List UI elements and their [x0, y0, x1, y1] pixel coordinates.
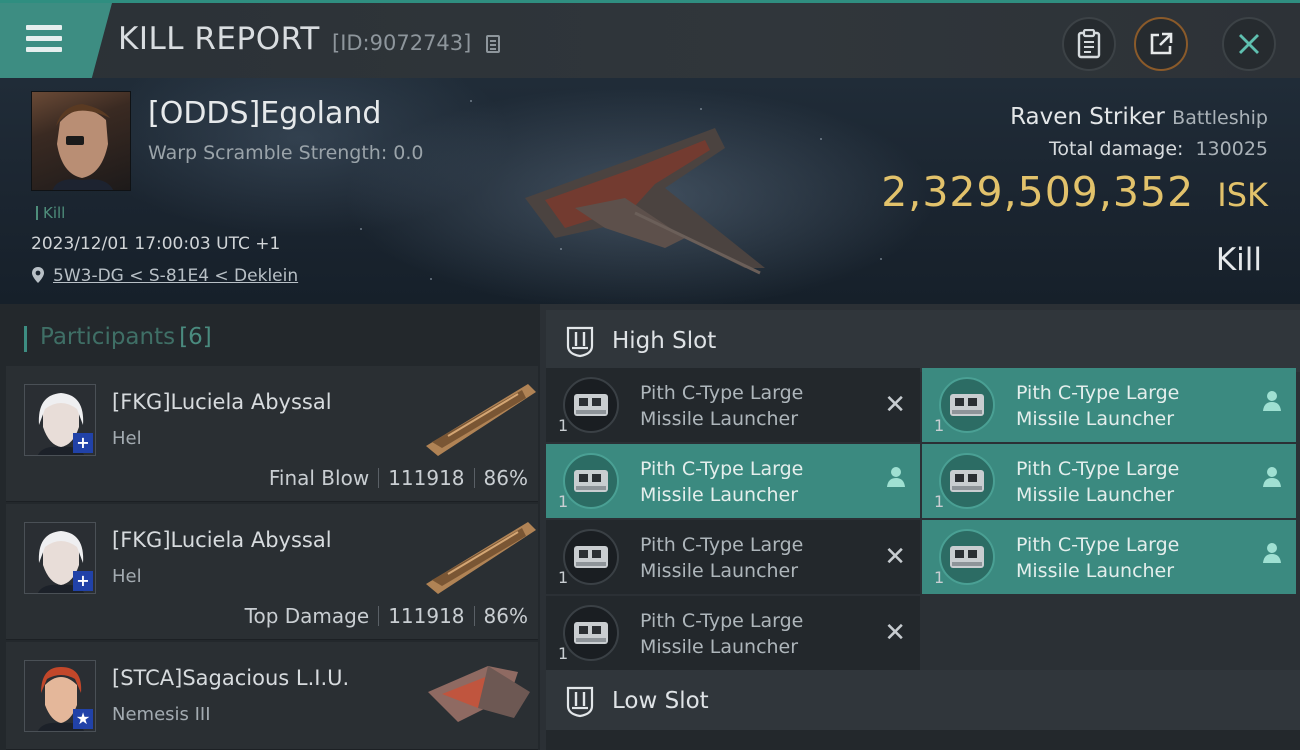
victim-ship-image: [525, 128, 765, 275]
participants-count: [6]: [179, 324, 212, 350]
victim-name[interactable]: [ODDS]Egoland: [148, 96, 381, 131]
participant-ship: Hel: [112, 566, 142, 587]
participant-name[interactable]: [STCA]Sagacious L.I.U.: [112, 666, 349, 690]
dropped-user-icon: [1263, 543, 1281, 563]
copy-id-icon[interactable]: [486, 35, 500, 53]
participant-row[interactable]: + [FKG]Luciela Abyssal Hel Top Damage 111…: [6, 504, 538, 640]
page-title: KILL REPORT: [118, 21, 320, 57]
ship-class: Battleship: [1172, 107, 1268, 129]
location-link[interactable]: 5W3-DG < S-81E4 < Deklein: [53, 266, 298, 286]
destroyed-icon: ✕: [884, 542, 906, 572]
kill-date: 2023/12/01 17:00:03 UTC +1: [31, 234, 281, 254]
module-name: Pith C-Type Large Missile Launcher: [640, 610, 804, 658]
isk-value: 2,329,509,352 ISK: [881, 168, 1268, 216]
participants-label: Participants: [40, 324, 176, 350]
participant-avatar[interactable]: ★: [24, 660, 96, 732]
module-quantity: 1: [558, 492, 569, 511]
module-name: Pith C-Type Large Missile Launcher: [640, 382, 804, 430]
module-quantity: 1: [558, 644, 569, 663]
participant-ship-image: [426, 522, 536, 594]
corp-badge: ★: [73, 709, 93, 729]
dropped-user-icon: [887, 467, 905, 487]
participant-avatar[interactable]: +: [24, 384, 96, 456]
participant-stats: Final Blow 111918 86%: [269, 466, 528, 490]
clipboard-icon: [1077, 29, 1101, 59]
participant-role: Final Blow: [268, 466, 370, 490]
module-quantity: 1: [934, 568, 945, 587]
low-slot-header: Low Slot: [546, 670, 1300, 732]
fitting-panel: High Slot 1 Pith C-Type Large Missile La…: [540, 304, 1300, 750]
location-pin-icon: [32, 267, 44, 283]
total-damage: Total damage: 130025: [1049, 138, 1268, 160]
participant-ship: Hel: [112, 428, 142, 449]
low-slot-icon: [566, 686, 594, 718]
participant-damage: 111918: [388, 466, 465, 490]
participant-role: Top Damage: [244, 604, 370, 628]
participant-name[interactable]: [FKG]Luciela Abyssal: [112, 528, 332, 552]
victim-banner: [ODDS]Egoland Warp Scramble Strength: 0.…: [0, 78, 1300, 304]
dropped-user-icon: [1263, 467, 1281, 487]
warp-scramble-strength: Warp Scramble Strength: 0.0: [148, 142, 424, 164]
result-label: Kill: [1215, 242, 1262, 278]
high-slot-label: High Slot: [612, 328, 717, 354]
participant-percent: 86%: [483, 604, 528, 628]
module-item[interactable]: 1 Pith C-Type Large Missile Launcher: [922, 520, 1296, 594]
destroyed-icon: ✕: [884, 618, 906, 648]
low-slot-module-row[interactable]: [546, 730, 1300, 750]
module-quantity: 1: [934, 492, 945, 511]
total-damage-label: Total damage:: [1049, 138, 1184, 160]
destroyed-icon: ✕: [884, 390, 906, 420]
close-icon: [1239, 34, 1259, 54]
participant-row[interactable]: ★ [STCA]Sagacious L.I.U. Nemesis III: [6, 642, 538, 750]
ship-name[interactable]: Raven Striker: [1010, 104, 1165, 130]
clipboard-button[interactable]: [1062, 17, 1116, 71]
participant-name[interactable]: [FKG]Luciela Abyssal: [112, 390, 332, 414]
module-name: Pith C-Type Large Missile Launcher: [1016, 458, 1180, 506]
isk-amount: 2,329,509,352: [881, 168, 1195, 216]
high-slot-icon: [566, 326, 594, 358]
module-name: Pith C-Type Large Missile Launcher: [640, 458, 804, 506]
high-slot-header: High Slot: [546, 310, 1300, 372]
corp-badge: +: [73, 571, 93, 591]
isk-unit: ISK: [1217, 176, 1268, 214]
victim-avatar[interactable]: [31, 91, 131, 191]
pilot-portrait-icon: [52, 104, 114, 190]
share-icon: [1150, 32, 1173, 55]
module-item[interactable]: 1 Pith C-Type Large Missile Launcher ✕: [546, 368, 920, 442]
participant-ship-image: [426, 384, 536, 456]
share-button[interactable]: [1134, 17, 1188, 71]
module-item[interactable]: 1 Pith C-Type Large Missile Launcher: [546, 444, 920, 518]
module-quantity: 1: [558, 568, 569, 587]
menu-button[interactable]: [0, 3, 112, 78]
module-item[interactable]: 1 Pith C-Type Large Missile Launcher: [922, 444, 1296, 518]
report-id: [ID:9072743]: [332, 31, 472, 55]
participant-ship-image: [428, 666, 530, 722]
participant-stats: Top Damage 111918 86%: [245, 604, 528, 628]
module-name: Pith C-Type Large Missile Launcher: [640, 534, 804, 582]
participants-header[interactable]: Participants [6]: [24, 324, 212, 352]
participants-panel: Participants [6] + [FKG]Luciela Abyssal H…: [0, 304, 540, 750]
corp-badge: +: [73, 433, 93, 453]
module-name: Pith C-Type Large Missile Launcher: [1016, 534, 1180, 582]
participant-row[interactable]: + [FKG]Luciela Abyssal Hel Final Blow 111…: [6, 366, 538, 502]
low-slot-label: Low Slot: [612, 688, 709, 714]
kill-tag: Kill: [36, 204, 65, 222]
module-quantity: 1: [934, 416, 945, 435]
module-item[interactable]: 1 Pith C-Type Large Missile Launcher ✕: [546, 596, 920, 670]
participant-damage: 111918: [388, 604, 465, 628]
dropped-user-icon: [1263, 391, 1281, 411]
close-button[interactable]: [1222, 17, 1276, 71]
participant-ship: Nemesis III: [112, 704, 211, 725]
module-quantity: 1: [558, 416, 569, 435]
hamburger-icon: [26, 25, 62, 53]
ship-type: Raven Striker Battleship: [1010, 104, 1268, 130]
participant-percent: 86%: [483, 466, 528, 490]
total-damage-value: 130025: [1195, 138, 1268, 160]
module-name: Pith C-Type Large Missile Launcher: [1016, 382, 1180, 430]
participant-avatar[interactable]: +: [24, 522, 96, 594]
module-item[interactable]: 1 Pith C-Type Large Missile Launcher: [922, 368, 1296, 442]
module-item[interactable]: 1 Pith C-Type Large Missile Launcher ✕: [546, 520, 920, 594]
title-bar: KILL REPORT [ID:9072743]: [0, 0, 1300, 78]
